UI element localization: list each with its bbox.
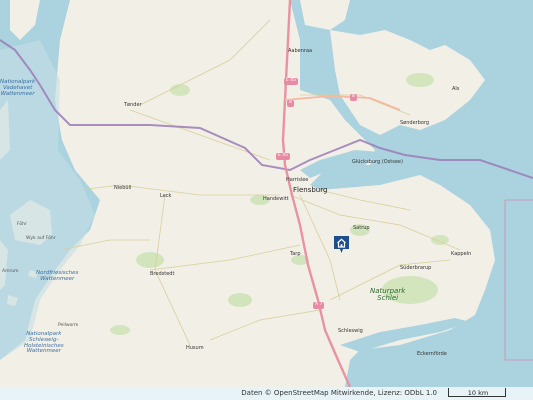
attribution-text: Daten © OpenStreetMap Mitwirkende, Lizen… bbox=[241, 389, 437, 397]
place-label: Kappeln bbox=[451, 251, 472, 257]
place-label: Leck bbox=[160, 193, 172, 199]
road-shield: 8 bbox=[350, 94, 357, 101]
place-label: Flensburg bbox=[293, 186, 328, 194]
road-shield: E 45 bbox=[284, 78, 298, 85]
place-label: Handewitt bbox=[263, 196, 289, 202]
place-label: Als bbox=[452, 86, 460, 92]
map-footer: Daten © OpenStreetMap Mitwirkende, Lizen… bbox=[0, 387, 533, 400]
place-label: Aabenraa bbox=[288, 48, 313, 54]
place-label: Tarp bbox=[290, 251, 301, 257]
place-label: Sønderborg bbox=[400, 120, 430, 126]
park-label: Naturpark Schlei bbox=[370, 287, 406, 303]
place-label: Eckernförde bbox=[417, 351, 447, 357]
place-label: Bredstedt bbox=[150, 271, 175, 277]
place-label: Tønder bbox=[124, 102, 142, 108]
water-label: Nationalpark Vadehavet Wattenmeer bbox=[0, 79, 36, 97]
place-label: Süderbrarup bbox=[400, 265, 432, 271]
place-label: Satrup bbox=[353, 225, 370, 231]
place-label: Glücksburg (Ostsee) bbox=[352, 159, 403, 165]
place-label: Amrum bbox=[2, 269, 19, 274]
place-label: Föhr bbox=[17, 222, 27, 227]
place-label: Wyk auf Föhr bbox=[26, 236, 56, 241]
scale-label: 10 km bbox=[467, 389, 489, 397]
place-label: Pellworm bbox=[58, 323, 79, 328]
scale-bar: 10 km bbox=[448, 388, 506, 397]
road-shield: 8 bbox=[287, 100, 294, 107]
place-label: Husum bbox=[186, 345, 204, 351]
water-label: Nordfriesisches Wattenmeer bbox=[36, 270, 79, 282]
water-label: Nationalpark Schleswig- Holsteinisches W… bbox=[24, 331, 64, 355]
place-label: Harrislee bbox=[286, 177, 309, 183]
road-shield: A 7 bbox=[313, 302, 325, 309]
place-label: Niebüll bbox=[114, 185, 132, 191]
home-marker[interactable] bbox=[334, 236, 349, 253]
place-label: Schleswig bbox=[338, 328, 363, 334]
road-shield: E 45 bbox=[276, 153, 290, 160]
map-view[interactable]: Tønder Aabenraa Sønderborg Als Glücksbur… bbox=[0, 0, 533, 400]
